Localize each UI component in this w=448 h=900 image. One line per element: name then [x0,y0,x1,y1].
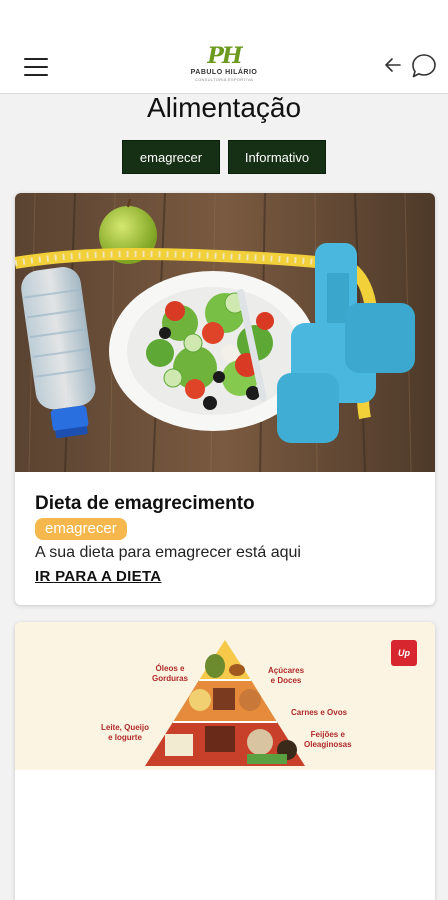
logo-name: PABULO HILÁRIO [190,69,258,76]
pyramid-label-meat: Carnes e Ovos [291,708,348,717]
diet-salad-dumbbells-photo [15,193,435,472]
arrow-left-icon[interactable] [382,54,404,76]
go-to-diet-link[interactable]: IR PARA A DIETA [35,568,161,585]
pyramid-label-beans-line1: Feijões e [310,730,345,739]
card-description: A sua dieta para emagrecer está aqui [35,544,301,561]
app-bar: PH PABULO HILÁRIO CONSULTORIA ESPORTIVA [0,0,448,94]
pyramid-label-dairy-line2: e Iogurte [108,733,142,742]
tag-informativo-button[interactable]: Informativo [228,140,326,174]
chat-bubble-icon[interactable] [410,52,438,80]
page-title: Alimentação [146,92,302,123]
brand-badge-logo: Up [398,648,410,658]
pyramid-label-oils: Óleos e Gorduras [152,664,188,684]
pyramid-label-sugars-line1: Açúcares [268,666,305,675]
hamburger-menu-icon[interactable] [24,58,48,76]
pyramid-label-dairy: Leite, Queijo e Iogurte [101,723,149,743]
pyramid-label-beans-line2: Oleaginosas [304,740,352,749]
brand-logo: PH PABULO HILÁRIO CONSULTORIA ESPORTIVA [186,44,262,86]
card-title: Dieta de emagrecimento [35,493,255,514]
pyramid-label-sugars-line2: e Doces [270,676,302,685]
category-filter-bar: emagrecer Informativo [0,140,448,174]
category-badge: emagrecer [35,518,127,540]
pyramid-label-beans: Feijões e Oleaginosas [304,730,352,750]
food-pyramid-illustration [15,622,435,770]
pyramid-label-sugars: Açúcares e Doces [268,666,304,686]
tag-emagrecer-button[interactable]: emagrecer [122,140,220,174]
logo-subtitle: CONSULTORIA ESPORTIVA [194,77,254,82]
card-content: Dieta de emagrecimento emagrecer A sua d… [15,472,435,586]
article-card-diet[interactable]: Dieta de emagrecimento emagrecer A sua d… [15,193,435,605]
article-card-pyramid[interactable]: Óleos e Gorduras Açúcares e Doces Carnes… [15,622,435,900]
pyramid-label-oils-line1: Óleos e [155,664,185,673]
pyramid-label-oils-line2: Gorduras [152,674,189,683]
logo-mark: PH [207,43,242,69]
pyramid-label-dairy-line1: Leite, Queijo [101,723,150,732]
